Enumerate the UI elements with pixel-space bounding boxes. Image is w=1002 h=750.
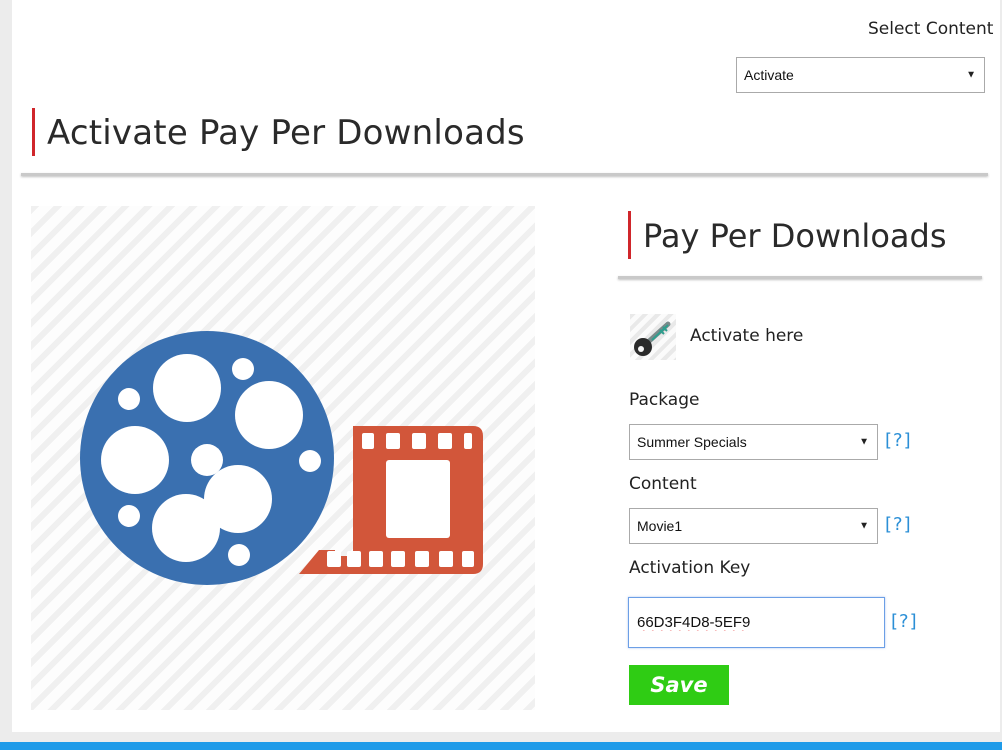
form-title: Pay Per Downloads xyxy=(628,211,946,259)
save-button[interactable]: Save xyxy=(629,665,729,705)
activation-key-label: Activation Key xyxy=(629,558,751,578)
content-label: Content xyxy=(629,474,697,494)
bottom-bar xyxy=(0,742,1002,750)
activation-key-help-link[interactable]: [?] xyxy=(891,611,918,632)
select-content-dropdown[interactable]: Activate ▼ xyxy=(736,57,985,93)
select-content-label: Select Content xyxy=(868,19,994,39)
dropdown-arrow-icon: ▼ xyxy=(966,69,976,81)
form-title-divider xyxy=(618,276,982,279)
title-divider xyxy=(21,173,988,176)
package-select-value: Summer Specials xyxy=(637,434,747,450)
package-help-link[interactable]: [?] xyxy=(885,430,912,451)
content-select[interactable]: Movie1 ▼ xyxy=(629,508,878,544)
select-content-value: Activate xyxy=(744,67,794,83)
dropdown-arrow-icon: ▼ xyxy=(859,520,869,532)
content-select-value: Movie1 xyxy=(637,518,683,534)
content-help-link[interactable]: [?] xyxy=(885,514,912,535)
key-icon xyxy=(630,314,676,360)
dropdown-arrow-icon: ▼ xyxy=(859,436,869,448)
page-title: Activate Pay Per Downloads xyxy=(32,108,525,156)
activation-key-input[interactable] xyxy=(628,597,885,648)
package-label: Package xyxy=(629,390,700,410)
activate-here-text: Activate here xyxy=(690,326,804,346)
film-reel-illustration xyxy=(31,206,535,710)
package-select[interactable]: Summer Specials ▼ xyxy=(629,424,878,460)
film-reel-icon xyxy=(80,331,483,585)
